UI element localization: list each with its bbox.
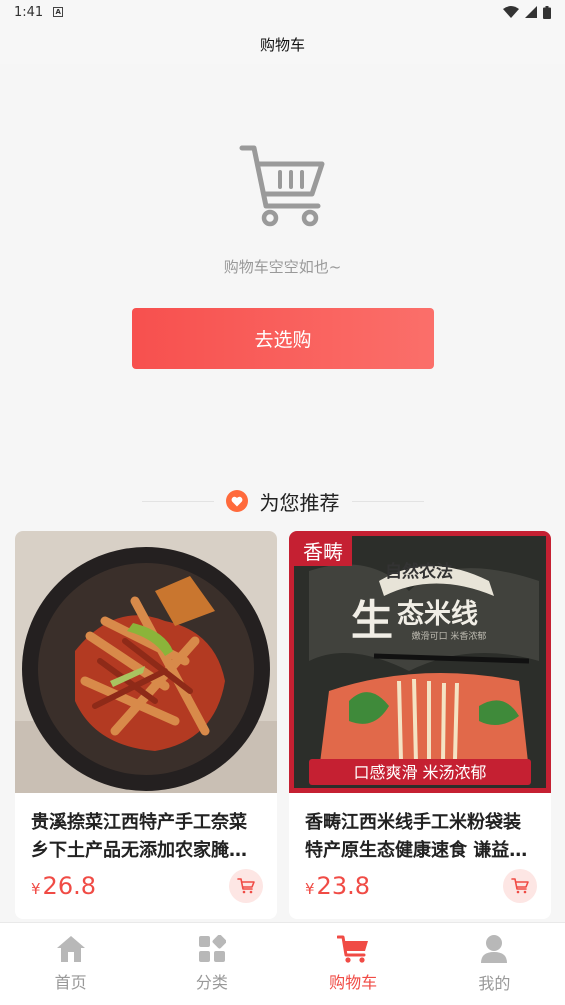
go-shopping-button[interactable]: 去选购 <box>132 308 434 369</box>
empty-cart: 购物车空空如也~ <box>0 130 565 277</box>
category-icon <box>198 935 226 962</box>
product-image[interactable] <box>15 531 277 793</box>
price-value: 23.8 <box>316 872 370 900</box>
recommend-title: 为您推荐 <box>259 490 340 515</box>
empty-cart-message: 购物车空空如也~ <box>223 258 342 276</box>
product-image[interactable]: 香畴 自然农法 生 态米线 嫩滑可口 米香浓郁 口感爽滑 米汤浓郁 <box>289 531 551 793</box>
tab-label: 我的 <box>478 974 511 993</box>
product-card[interactable]: 贵溪捺菜江西特产手工奈菜乡下土产品无添加农家腌… ¥ 26.8 <box>15 531 277 919</box>
signal-icon <box>525 6 537 18</box>
product-name[interactable]: 贵溪捺菜江西特产手工奈菜乡下土产品无添加农家腌… <box>15 809 277 865</box>
add-to-cart-button[interactable] <box>503 869 537 903</box>
image-text-small: 嫩滑可口 米香浓郁 <box>412 630 487 642</box>
tab-label: 首页 <box>54 973 87 992</box>
user-icon <box>481 935 508 963</box>
page-title: 购物车 <box>259 35 305 54</box>
tab-label: 分类 <box>195 973 228 992</box>
product-footer: ¥ 23.8 <box>305 869 537 903</box>
divider <box>351 500 424 502</box>
page-header: 购物车 <box>0 24 565 64</box>
tab-home[interactable]: 首页 <box>0 923 141 1005</box>
add-to-cart-button[interactable] <box>229 869 263 903</box>
product-price: ¥ 23.8 <box>305 872 370 900</box>
cart-icon <box>337 935 369 963</box>
home-icon <box>56 936 85 962</box>
product-price: ¥ 26.8 <box>31 872 96 900</box>
tab-label: 购物车 <box>329 973 378 992</box>
tab-profile[interactable]: 我的 <box>424 923 565 1005</box>
currency-symbol: ¥ <box>305 880 315 898</box>
product-footer: ¥ 26.8 <box>31 869 263 903</box>
cart-icon <box>237 878 255 894</box>
empty-cart-icon <box>239 145 324 227</box>
divider <box>141 500 214 502</box>
product-card[interactable]: 香畴 自然农法 生 态米线 嫩滑可口 米香浓郁 口感爽滑 米汤浓郁 香畴江西米线… <box>289 531 551 919</box>
bottom-tab-bar: 首页 分类 购物车 我的 <box>0 922 565 1005</box>
cart-icon <box>511 878 529 894</box>
tab-cart[interactable]: 购物车 <box>283 923 424 1005</box>
currency-symbol: ¥ <box>31 880 41 898</box>
wifi-icon <box>503 6 519 18</box>
price-value: 26.8 <box>42 872 96 900</box>
brand-logo-text: 香畴 <box>303 540 343 564</box>
image-text-top: 自然农法 <box>385 561 453 582</box>
product-name[interactable]: 香畴江西米线手工米粉袋装特产原生态健康速食 谦益… <box>289 809 551 865</box>
notification-icon: A <box>53 7 64 17</box>
image-text-big: 生 <box>351 596 393 645</box>
image-text-rest: 态米线 <box>397 599 478 630</box>
tab-category[interactable]: 分类 <box>141 923 282 1005</box>
recommend-header: 为您推荐 <box>0 482 565 520</box>
battery-icon <box>543 5 551 19</box>
status-time: 1:41 <box>14 4 44 20</box>
heart-icon <box>225 490 248 512</box>
status-bar: 1:41 A <box>0 0 565 24</box>
image-banner-text: 口感爽滑 米汤浓郁 <box>353 763 486 782</box>
